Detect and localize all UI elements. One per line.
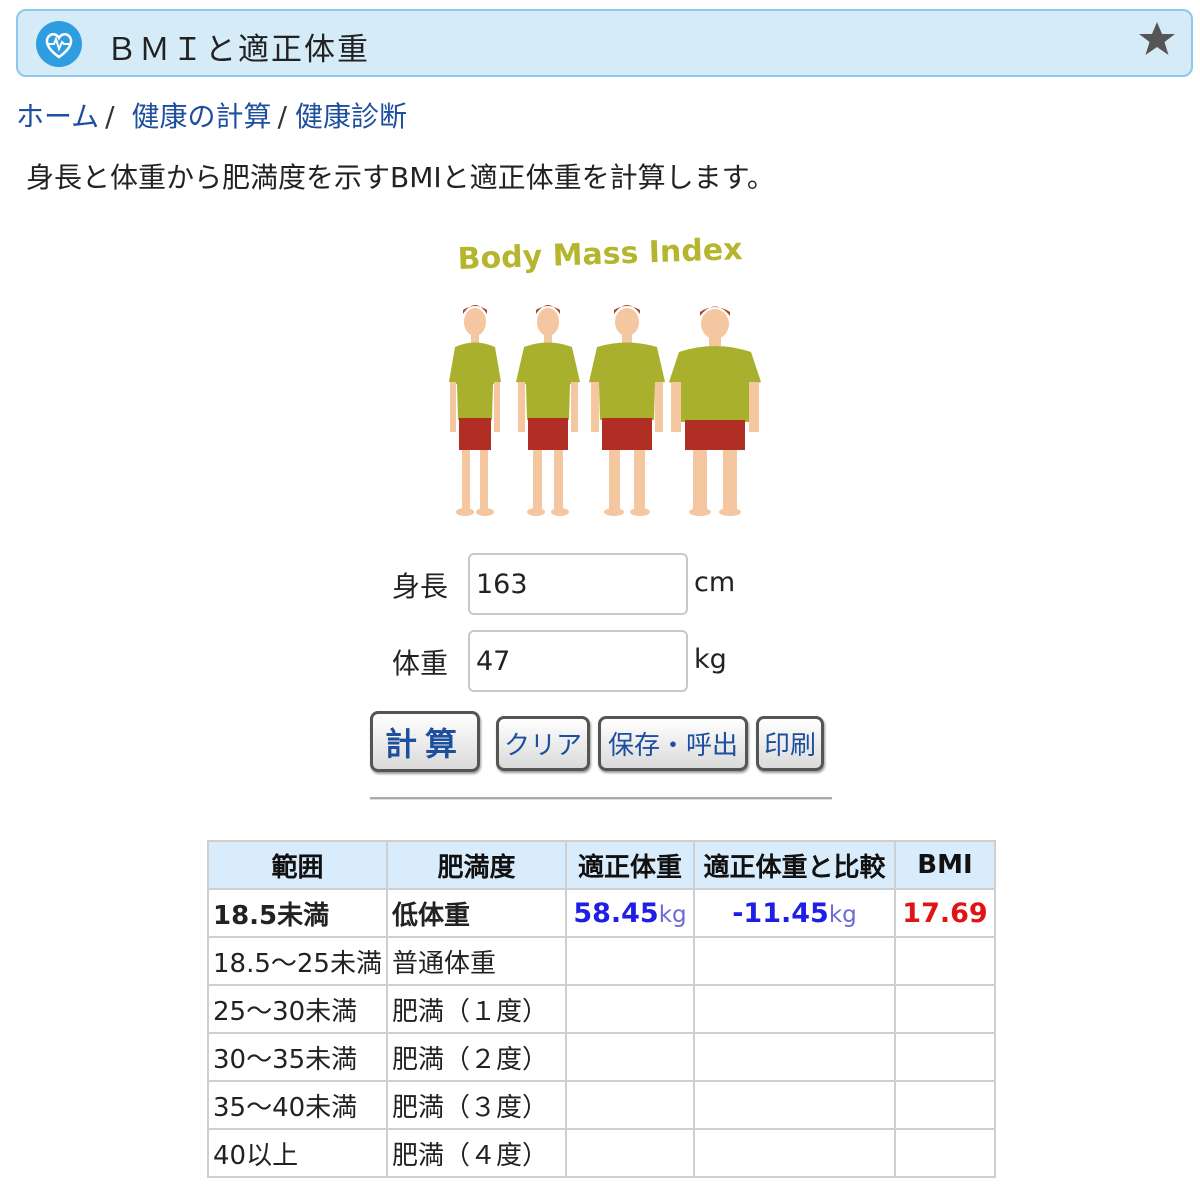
- weight-diff-cell: [692, 1080, 896, 1130]
- calculate-button[interactable]: 計算: [370, 711, 480, 772]
- header-bmi: BMI: [893, 840, 996, 890]
- ideal-weight-cell: 58.45kg: [564, 888, 695, 938]
- page-title: ＢＭＩと適正体重: [106, 32, 370, 68]
- breadcrumb-home-link[interactable]: ホーム: [16, 100, 99, 133]
- heart-pulse-icon: [36, 21, 82, 67]
- category-cell: 肥満（２度）: [385, 1032, 567, 1082]
- range-cell: 25～30未満: [207, 984, 388, 1034]
- table-row: 18.5～25未満 普通体重: [207, 936, 996, 986]
- weight-unit: kg: [694, 644, 727, 675]
- print-button[interactable]: 印刷: [756, 716, 824, 771]
- height-label: 身長: [392, 570, 449, 603]
- bmi-cell: [893, 984, 996, 1034]
- figure-obese: [669, 306, 761, 516]
- breadcrumb-health-calc-link[interactable]: 健康の計算: [132, 100, 272, 133]
- weight-diff-cell: -11.45kg: [692, 888, 896, 938]
- result-table: 範囲 肥満度 適正体重 適正体重と比較 BMI 18.5未満 低体重 58.45…: [207, 840, 996, 1178]
- weight-diff-cell: [692, 936, 896, 986]
- header-ideal-weight: 適正体重: [564, 840, 695, 890]
- header-weight-diff: 適正体重と比較: [692, 840, 896, 890]
- weight-diff-value: -11.45: [732, 897, 829, 929]
- category-cell: 肥満（３度）: [385, 1080, 567, 1130]
- header-category: 肥満度: [385, 840, 567, 890]
- title-bar: ＢＭＩと適正体重: [16, 9, 1193, 77]
- illustration-caption: Body Mass Index: [457, 232, 743, 277]
- page-description: 身長と体重から肥満度を示すBMIと適正体重を計算します。: [26, 161, 775, 194]
- breadcrumb-separator: /: [105, 100, 115, 133]
- height-input[interactable]: [468, 553, 688, 615]
- weight-diff-cell: [692, 984, 896, 1034]
- ideal-weight-cell: [564, 1128, 695, 1178]
- weight-diff-cell: [692, 1128, 896, 1178]
- category-cell: 普通体重: [385, 936, 567, 986]
- table-row: 25～30未満 肥満（１度）: [207, 984, 996, 1034]
- bmi-cell: 17.69: [893, 888, 996, 938]
- ideal-weight-cell: [564, 936, 695, 986]
- divider: [370, 797, 832, 800]
- bmi-cell: [893, 1128, 996, 1178]
- breadcrumb: ホーム / 健康の計算 / 健康診断: [16, 95, 407, 135]
- header-range: 範囲: [207, 840, 388, 890]
- range-cell: 18.5～25未満: [207, 936, 388, 986]
- ideal-weight-value: 58.45: [573, 897, 659, 929]
- breadcrumb-separator: /: [277, 100, 287, 133]
- ideal-weight-unit: kg: [658, 901, 687, 928]
- weight-row: 体重 kg: [0, 630, 1200, 692]
- figure-overweight: [589, 305, 665, 516]
- ideal-weight-cell: [564, 1032, 695, 1082]
- height-unit: cm: [694, 567, 736, 598]
- table-row: 40以上 肥満（４度）: [207, 1128, 996, 1178]
- weight-label: 体重: [392, 647, 449, 680]
- bmi-cell: [893, 1032, 996, 1082]
- table-row: 30～35未満 肥満（２度）: [207, 1032, 996, 1082]
- range-cell: 35～40未満: [207, 1080, 388, 1130]
- bmi-illustration: Body Mass Index: [430, 222, 770, 532]
- figure-normal: [516, 305, 580, 516]
- bmi-cell: [893, 936, 996, 986]
- table-row: 18.5未満 低体重 58.45kg -11.45kg 17.69: [207, 888, 996, 938]
- table-header-row: 範囲 肥満度 適正体重 適正体重と比較 BMI: [207, 840, 996, 890]
- figure-thin: [449, 305, 501, 516]
- range-cell: 30～35未満: [207, 1032, 388, 1082]
- ideal-weight-cell: [564, 1080, 695, 1130]
- bmi-cell: [893, 1080, 996, 1130]
- table-row: 35～40未満 肥満（３度）: [207, 1080, 996, 1130]
- height-row: 身長 cm: [0, 553, 1200, 615]
- range-cell: 40以上: [207, 1128, 388, 1178]
- clear-button[interactable]: クリア: [496, 716, 590, 771]
- category-cell: 肥満（４度）: [385, 1128, 567, 1178]
- ideal-weight-cell: [564, 984, 695, 1034]
- weight-diff-unit: kg: [828, 901, 857, 928]
- star-icon[interactable]: [1137, 19, 1177, 59]
- bmi-value: 17.69: [902, 897, 988, 929]
- weight-diff-cell: [692, 1032, 896, 1082]
- weight-input[interactable]: [468, 630, 688, 692]
- category-cell: 肥満（１度）: [385, 984, 567, 1034]
- breadcrumb-health-check-link[interactable]: 健康診断: [295, 100, 407, 133]
- range-cell: 18.5未満: [207, 888, 388, 938]
- save-load-button[interactable]: 保存・呼出: [598, 716, 748, 771]
- category-cell: 低体重: [385, 888, 567, 938]
